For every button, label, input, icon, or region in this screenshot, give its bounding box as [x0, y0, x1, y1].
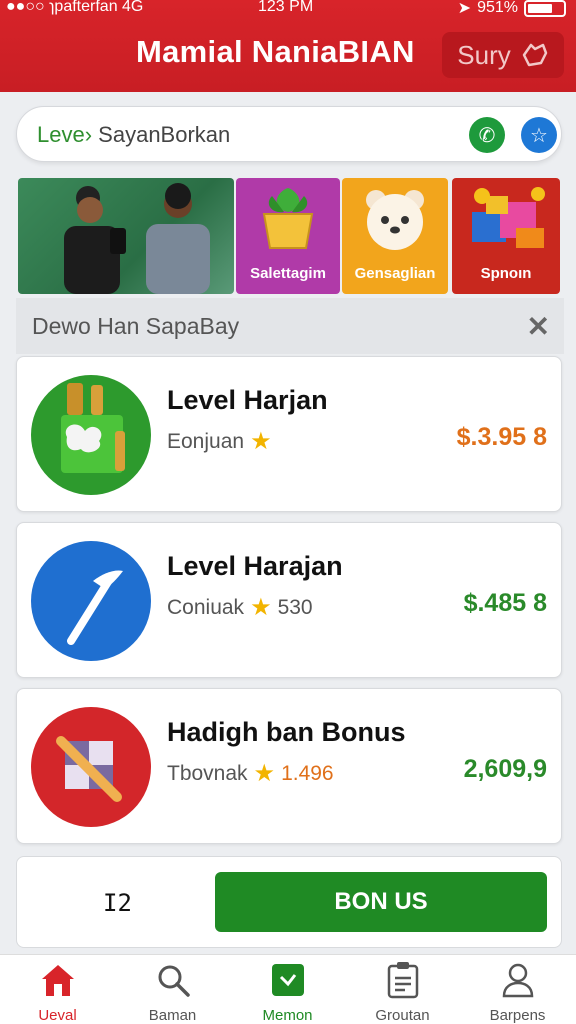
banner-label: Salettagim: [250, 265, 326, 282]
item-subtitle-row: Eonjuan ★: [167, 427, 272, 456]
search-text: SayanBorkan: [98, 122, 231, 147]
nav-item-memon[interactable]: Memon: [230, 961, 345, 1024]
item-subtitle: Eonjuan: [167, 429, 245, 453]
item-subtitle: Tbovnak: [167, 761, 248, 785]
app-header: ●●○○ ɿpafterfan 4G 123 PM ➤ 951% Mamial …: [0, 0, 576, 92]
breadcrumb-prefix: Leve›: [37, 122, 93, 147]
nav-label: Baman: [148, 1007, 197, 1024]
close-icon[interactable]: ✕: [527, 310, 550, 343]
bonus-row: I2 BON US: [16, 856, 562, 948]
filter-text: Dewo Han SapaBay: [32, 313, 240, 339]
hand-icon: [522, 43, 547, 67]
item-subtitle-row: Tbovnak ★ 1.496: [167, 759, 334, 788]
item-subtitle-row: Coniuak ★ 530: [167, 593, 313, 622]
search-icon: [158, 965, 190, 997]
bottom-nav: Ueval Baman Memon Groutan Barpens: [0, 954, 576, 1024]
list-item[interactable]: Level Harjan Eonjuan ★ $.3.95 8: [16, 356, 562, 512]
nav-item-home[interactable]: Ueval: [0, 961, 115, 1024]
header-action-label: Sury: [457, 39, 511, 70]
item-title: Level Harjan: [167, 385, 328, 415]
people-photo: [64, 183, 210, 294]
banner-carousel: Salettagim Gensaglian Spnoın: [18, 178, 560, 294]
battery-percent: 951%: [477, 0, 518, 16]
phone-icon: ✆: [478, 124, 496, 147]
item-rating: 530: [277, 595, 313, 619]
item-avatar: [31, 375, 151, 495]
item-avatar: [31, 707, 151, 827]
filter-bar: Dewo Han SapaBay ✕: [16, 298, 564, 354]
scroll-icon: [56, 736, 122, 802]
bonus-code: I2: [103, 889, 132, 917]
nav-item-search[interactable]: Baman: [115, 961, 230, 1024]
banner-salettagim[interactable]: Salettagim: [236, 178, 340, 294]
bear-icon: [366, 190, 424, 250]
nav-item-barpens[interactable]: Barpens: [460, 961, 575, 1024]
item-amount: $.3.95 8: [456, 423, 547, 451]
nav-label: Barpens: [489, 1007, 546, 1024]
check-icon: [271, 964, 304, 996]
item-avatar: [31, 541, 151, 661]
status-bar: ●●○○ ɿpafterfan 4G 123 PM ➤ 951%: [0, 0, 576, 18]
clipboard-icon: [387, 962, 418, 999]
star-icon: ★: [253, 760, 276, 787]
banner-people[interactable]: [18, 178, 234, 294]
status-right: ➤ 951%: [458, 0, 566, 18]
battery-icon: [524, 0, 566, 17]
bonus-button[interactable]: BON US: [215, 872, 547, 932]
item-rating: 1.496: [281, 761, 334, 785]
star-icon: ★: [250, 594, 272, 621]
phone-button[interactable]: ✆: [469, 117, 505, 153]
home-icon: [41, 965, 74, 996]
nav-label: Groutan: [375, 1007, 430, 1024]
location-icon: ➤: [457, 0, 472, 17]
item-title: Hadigh ban Bonus: [167, 717, 406, 747]
user-icon: [502, 963, 533, 998]
gifts-icon: [472, 187, 545, 248]
banner-spnoin[interactable]: Spnoın: [452, 178, 560, 294]
pickaxe-icon: [67, 570, 123, 645]
item-amount: 2,609,9: [463, 755, 547, 783]
banner-gensaglian[interactable]: Gensaglian: [342, 178, 448, 294]
nav-label: Ueval: [38, 1007, 77, 1024]
header-action-button[interactable]: Sury: [442, 32, 564, 78]
item-title: Level Harajan: [167, 551, 343, 581]
list-item[interactable]: Level Harajan Coniuak ★ 530 $.485 8: [16, 522, 562, 678]
search-bar[interactable]: Leve› SayanBorkan ✆ ☆: [16, 106, 562, 162]
breadcrumb: Leve› SayanBorkan: [37, 122, 230, 148]
list-item[interactable]: Hadigh ban Bonus Tbovnak ★ 1.496 2,609,9: [16, 688, 562, 844]
item-amount: $.485 8: [463, 589, 547, 617]
favorite-button[interactable]: ☆: [521, 117, 557, 153]
nav-item-groutan[interactable]: Groutan: [345, 961, 460, 1024]
bag-icon: [61, 383, 125, 473]
carrier-text: ●●○○ ɿpafterfan 4G: [6, 0, 144, 15]
item-subtitle: Coniuak: [167, 595, 245, 619]
banner-label: Spnoın: [480, 265, 532, 282]
star-icon: ★: [250, 428, 272, 455]
page-title: Mamial NaniaBIAN: [136, 34, 415, 69]
status-time: 123 PM: [258, 0, 314, 15]
nav-label: Memon: [262, 1007, 313, 1024]
banner-label: Gensaglian: [354, 265, 436, 282]
basket-icon: [262, 188, 314, 249]
star-icon: ☆: [530, 124, 548, 147]
